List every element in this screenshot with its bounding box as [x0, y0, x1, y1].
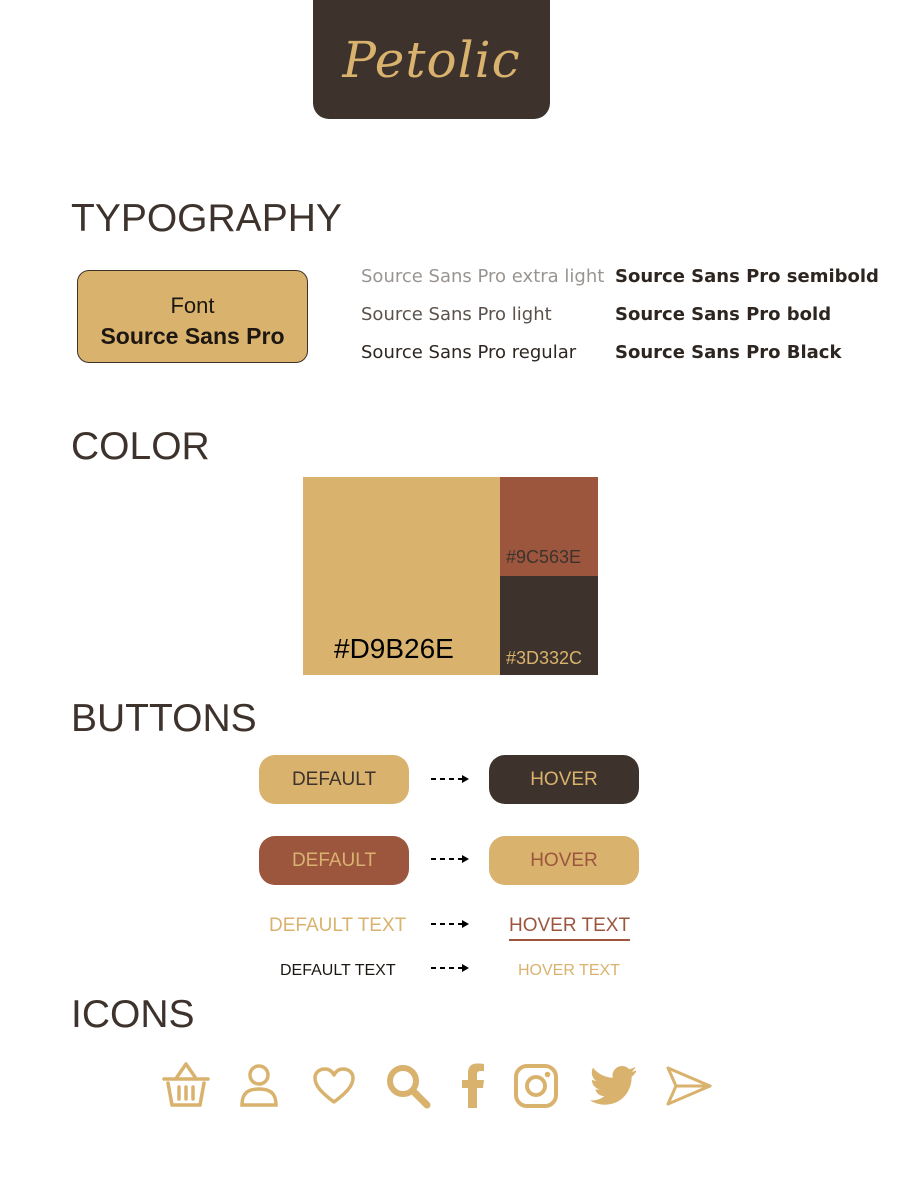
typography-heading: TYPOGRAPHY	[71, 197, 342, 240]
arrow-icon	[431, 964, 469, 972]
twitter-icon[interactable]	[590, 1065, 636, 1105]
logo-text: Petolic	[342, 30, 521, 89]
text-link-hover[interactable]: HOVER TEXT	[509, 915, 631, 941]
weight-black: Source Sans Pro Black	[615, 342, 842, 363]
text-link-dark-hover[interactable]: HOVER TEXT	[518, 962, 620, 980]
arrow-icon	[431, 920, 469, 928]
primary-default-button[interactable]: DEFAULT	[259, 755, 409, 804]
swatch-dark: #3D332C	[500, 576, 598, 675]
swatch-dark-label: #3D332C	[506, 648, 583, 668]
weight-light: Source Sans Pro light	[361, 304, 552, 325]
font-card-font-name: Source Sans Pro	[100, 323, 285, 349]
logo: Petolic	[313, 0, 550, 119]
arrow-icon	[431, 775, 469, 783]
basket-icon[interactable]	[161, 1061, 211, 1109]
arrow-icon	[431, 855, 469, 863]
weight-bold: Source Sans Pro bold	[615, 304, 832, 325]
color-heading: COLOR	[71, 425, 210, 468]
swatch-primary-label: #D9B26E	[334, 633, 454, 664]
weight-semibold: Source Sans Pro semibold	[615, 266, 879, 287]
primary-hover-button[interactable]: HOVER	[489, 755, 639, 804]
facebook-icon[interactable]	[460, 1062, 486, 1108]
text-link-dark-default[interactable]: DEFAULT TEXT	[280, 962, 396, 980]
secondary-default-button[interactable]: DEFAULT	[259, 836, 409, 885]
swatch-primary: #D9B26E	[303, 477, 500, 675]
weight-extra-light: Source Sans Pro extra light	[361, 266, 605, 287]
font-card-label: Font	[170, 293, 215, 318]
weight-regular: Source Sans Pro regular	[361, 342, 577, 363]
icons-heading: ICONS	[71, 993, 195, 1036]
send-icon[interactable]	[665, 1065, 713, 1107]
search-icon[interactable]	[385, 1063, 431, 1109]
buttons-heading: BUTTONS	[71, 697, 257, 740]
text-link-default[interactable]: DEFAULT TEXT	[269, 915, 406, 937]
swatch-secondary: #9C563E	[500, 477, 598, 576]
instagram-icon[interactable]	[513, 1063, 559, 1109]
secondary-hover-button[interactable]: HOVER	[489, 836, 639, 885]
heart-icon[interactable]	[312, 1066, 356, 1106]
font-card: Font Source Sans Pro	[77, 270, 308, 363]
user-icon[interactable]	[238, 1063, 280, 1109]
swatch-secondary-label: #9C563E	[506, 547, 582, 567]
